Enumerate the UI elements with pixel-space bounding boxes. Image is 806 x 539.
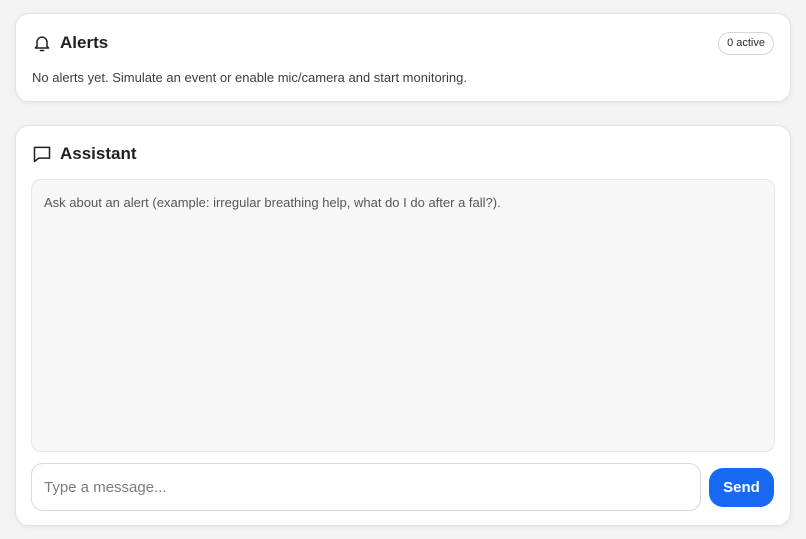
message-input[interactable] [31, 463, 701, 511]
assistant-card: Assistant Ask about an alert (example: i… [15, 125, 791, 526]
assistant-title: Assistant [60, 144, 137, 163]
send-button[interactable]: Send [709, 468, 774, 507]
chat-bubble-icon [32, 144, 52, 164]
chat-messages-area[interactable]: Ask about an alert (example: irregular b… [31, 179, 775, 452]
assistant-header: Assistant [32, 144, 137, 164]
bell-icon [32, 33, 52, 53]
alerts-empty-message: No alerts yet. Simulate an event or enab… [32, 70, 467, 85]
alerts-title: Alerts [60, 33, 109, 52]
alerts-header: Alerts [32, 33, 108, 53]
active-count-badge: 0 active [718, 32, 774, 55]
chat-hint-text: Ask about an alert (example: irregular b… [44, 195, 501, 210]
alerts-card: Alerts 0 active No alerts yet. Simulate … [15, 13, 791, 102]
